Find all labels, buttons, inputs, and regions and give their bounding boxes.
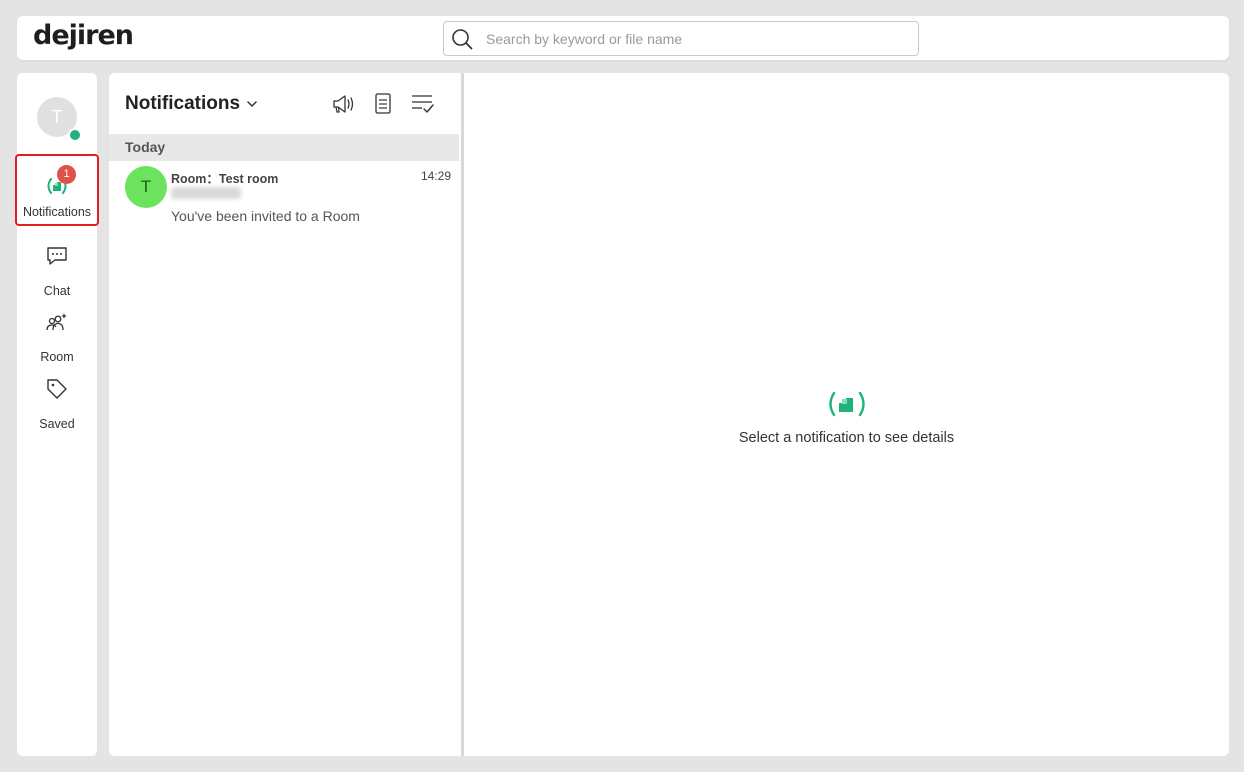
notification-time: 14:29	[420, 169, 451, 183]
chevron-down-icon[interactable]	[245, 97, 259, 111]
notification-message: You've been invited to a Room	[171, 208, 360, 224]
document-icon[interactable]	[370, 91, 396, 117]
notification-count-badge: 1	[57, 165, 76, 184]
nav-item-label: Room	[40, 350, 74, 364]
list-title[interactable]: Notifications	[125, 93, 240, 115]
search-input[interactable]	[486, 28, 906, 50]
search-box[interactable]	[443, 21, 919, 56]
nav-item-saved[interactable]: Saved	[17, 369, 97, 433]
nav-item-label: Chat	[43, 284, 71, 298]
presence-indicator	[68, 128, 82, 142]
nav-item-label: Saved	[39, 417, 75, 431]
section-label-today: Today	[109, 134, 459, 161]
notification-item[interactable]: T Room：Test room 14:29 You've been invit…	[109, 161, 459, 231]
nav-item-label: Notifications	[22, 205, 92, 219]
user-avatar-initial: T	[51, 107, 63, 127]
chat-icon	[47, 247, 67, 265]
nav-item-notifications[interactable]: 1 Notifications	[15, 154, 99, 226]
notification-avatar: T	[125, 166, 167, 208]
tag-icon	[47, 379, 67, 399]
notification-title: Room：Test room	[171, 172, 279, 186]
notifications-icon	[829, 391, 865, 417]
nav-item-room[interactable]: Room	[17, 302, 97, 366]
mark-all-read-icon[interactable]	[409, 91, 435, 117]
list-header: Notifications	[109, 73, 461, 133]
nav-rail: T 1 Notifications Chat Room Saved	[15, 73, 99, 756]
room-icon	[46, 313, 67, 331]
search-icon	[452, 29, 473, 50]
app-logo[interactable]: dejiren	[33, 20, 134, 51]
user-avatar[interactable]: T	[37, 97, 82, 142]
top-bar: dejiren	[17, 16, 1229, 60]
notification-list-panel: Notifications Today T Room：Test room 14:…	[109, 73, 461, 756]
notification-sender-redacted	[171, 187, 241, 199]
notification-detail-panel: Select a notification to see details	[464, 73, 1229, 756]
empty-state-text: Select a notification to see details	[738, 430, 955, 446]
nav-item-chat[interactable]: Chat	[17, 236, 97, 300]
announcement-icon[interactable]	[330, 91, 356, 117]
